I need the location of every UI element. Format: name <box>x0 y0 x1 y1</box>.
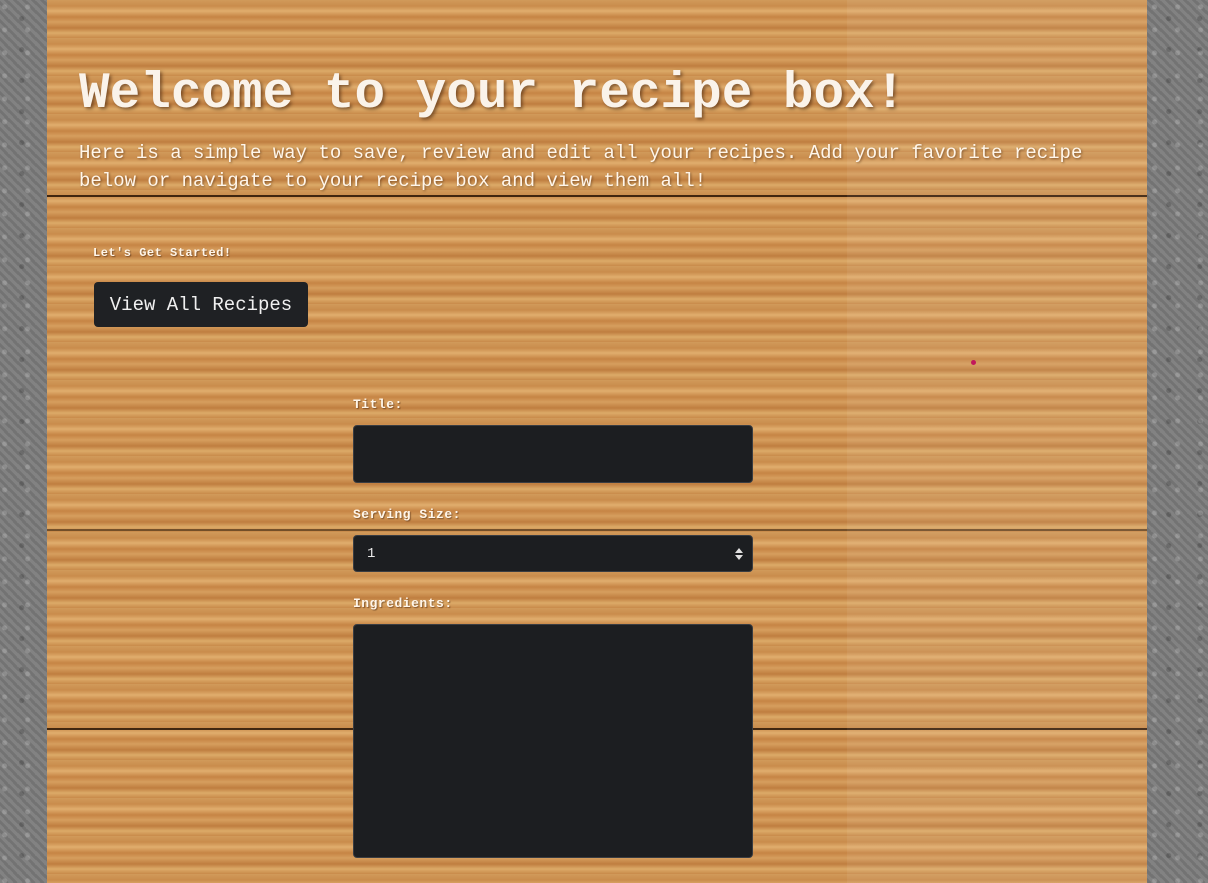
spinner-arrows-icon[interactable] <box>735 547 743 561</box>
get-started-label: Let's Get Started! <box>93 246 232 260</box>
intro-text: Here is a simple way to save, review and… <box>79 142 1083 192</box>
ingredients-textarea[interactable] <box>353 624 753 858</box>
view-all-recipes-button[interactable]: View All Recipes <box>94 282 308 327</box>
ingredients-label: Ingredients: <box>353 596 453 611</box>
main-content: Welcome to your recipe box! Here is a si… <box>79 0 1139 883</box>
page-title: Welcome to your recipe box! <box>79 66 906 123</box>
serving-size-label: Serving Size: <box>353 507 461 522</box>
title-input[interactable] <box>353 425 753 483</box>
serving-size-value: 1 <box>367 545 376 562</box>
title-label: Title: <box>353 397 403 412</box>
serving-size-stepper[interactable]: 1 <box>353 535 753 572</box>
